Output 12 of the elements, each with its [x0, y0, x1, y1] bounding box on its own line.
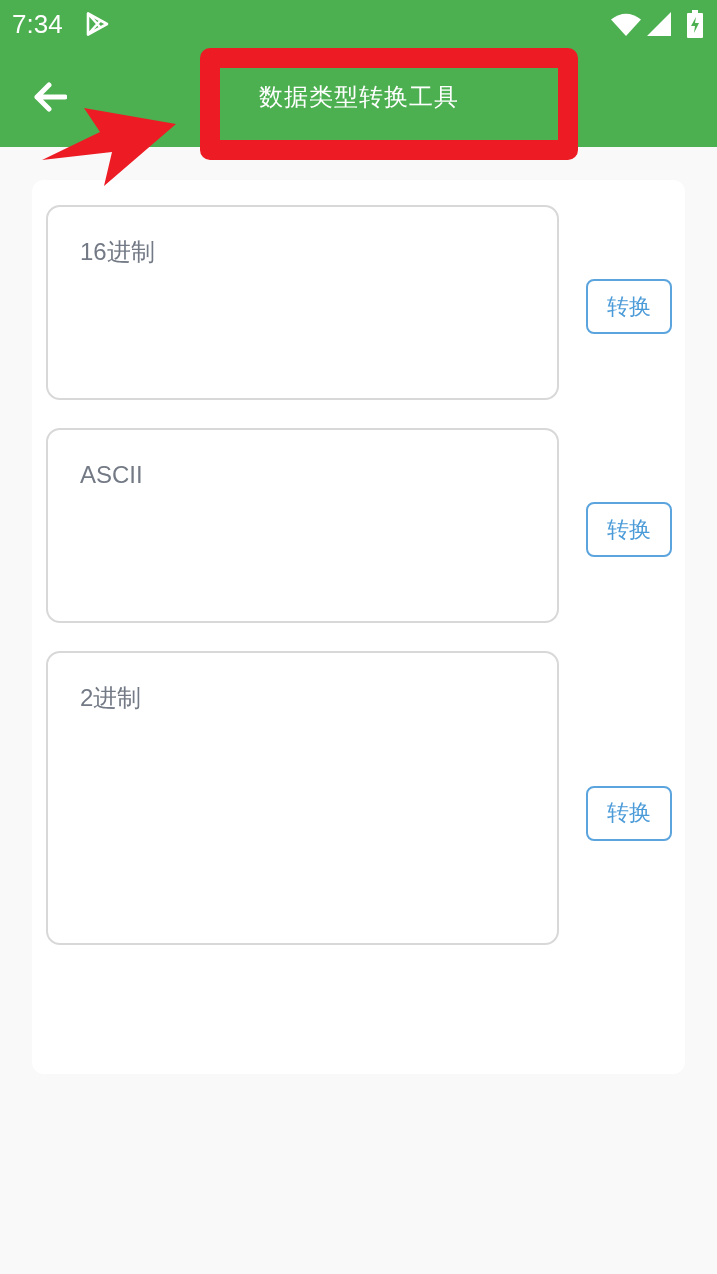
- input-field[interactable]: 16进制: [46, 205, 559, 400]
- convert-button[interactable]: 转换: [586, 502, 672, 557]
- status-time: 7:34: [12, 8, 63, 40]
- input-field[interactable]: 2进制: [46, 651, 559, 945]
- screen-title: 数据类型转换工具: [258, 81, 459, 112]
- convert-button[interactable]: 转换: [586, 279, 672, 334]
- input-field[interactable]: ASCII: [46, 428, 559, 623]
- battery-charging-icon: [687, 10, 703, 38]
- back-arrow-icon: [33, 82, 67, 112]
- cell-signal-icon: [647, 12, 671, 36]
- wifi-icon: [611, 12, 641, 36]
- convert-button[interactable]: 转换: [586, 785, 672, 841]
